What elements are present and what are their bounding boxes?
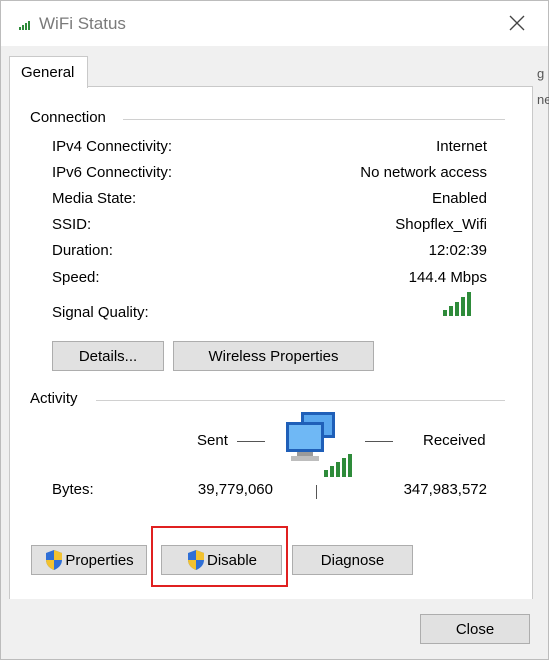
properties-button-label: Properties	[65, 551, 134, 569]
close-window-icon[interactable]	[501, 7, 533, 39]
background-text: ne	[537, 92, 549, 107]
ssid-value: Shopflex_Wifi	[395, 216, 487, 233]
network-computers-icon	[286, 412, 352, 477]
bytes-received-value: 347,983,572	[403, 481, 487, 498]
tab-general[interactable]: General	[9, 56, 88, 88]
activity-separator	[316, 485, 317, 499]
sent-line	[237, 441, 265, 442]
ipv6-label: IPv6 Connectivity:	[52, 164, 173, 181]
received-label: Received	[423, 432, 486, 449]
activity-group-label: Activity	[30, 390, 78, 407]
background-text: g	[537, 66, 545, 81]
activity-divider	[96, 400, 505, 401]
ssid-label: SSID:	[52, 216, 92, 233]
connection-group-label: Connection	[30, 109, 106, 126]
wireless-properties-button[interactable]: Wireless Properties	[173, 341, 374, 371]
wifi-status-dialog: WiFi Status g ne General Connection IPv4…	[0, 0, 549, 660]
wifi-signal-icon	[19, 21, 30, 30]
speed-label: Speed:	[52, 269, 100, 286]
media-state-label: Media State:	[52, 190, 137, 207]
speed-value: 144.4 Mbps	[408, 269, 487, 286]
ipv6-value: No network access	[360, 164, 487, 181]
uac-shield-icon	[46, 550, 63, 570]
details-button[interactable]: Details...	[52, 341, 164, 371]
duration-label: Duration:	[52, 242, 113, 259]
received-line	[365, 441, 393, 442]
ipv4-label: IPv4 Connectivity:	[52, 138, 173, 155]
highlight-box	[151, 526, 288, 587]
properties-button[interactable]: Properties	[31, 545, 147, 575]
title-bar: WiFi Status	[1, 1, 548, 46]
close-button[interactable]: Close	[420, 614, 530, 644]
tab-general-label: General	[21, 64, 75, 81]
media-state-value: Enabled	[431, 190, 487, 207]
duration-value: 12:02:39	[428, 242, 487, 259]
window-title: WiFi Status	[39, 14, 126, 33]
sent-label: Sent	[197, 432, 228, 449]
bytes-sent-value: 39,779,060	[197, 481, 273, 498]
signal-quality-icon	[443, 292, 471, 316]
diagnose-button[interactable]: Diagnose	[292, 545, 413, 575]
dialog-footer: Close	[1, 599, 548, 659]
ipv4-value: Internet	[436, 138, 487, 155]
signal-quality-label: Signal Quality:	[52, 304, 149, 321]
bytes-label: Bytes:	[52, 481, 94, 498]
connection-divider	[123, 119, 505, 120]
